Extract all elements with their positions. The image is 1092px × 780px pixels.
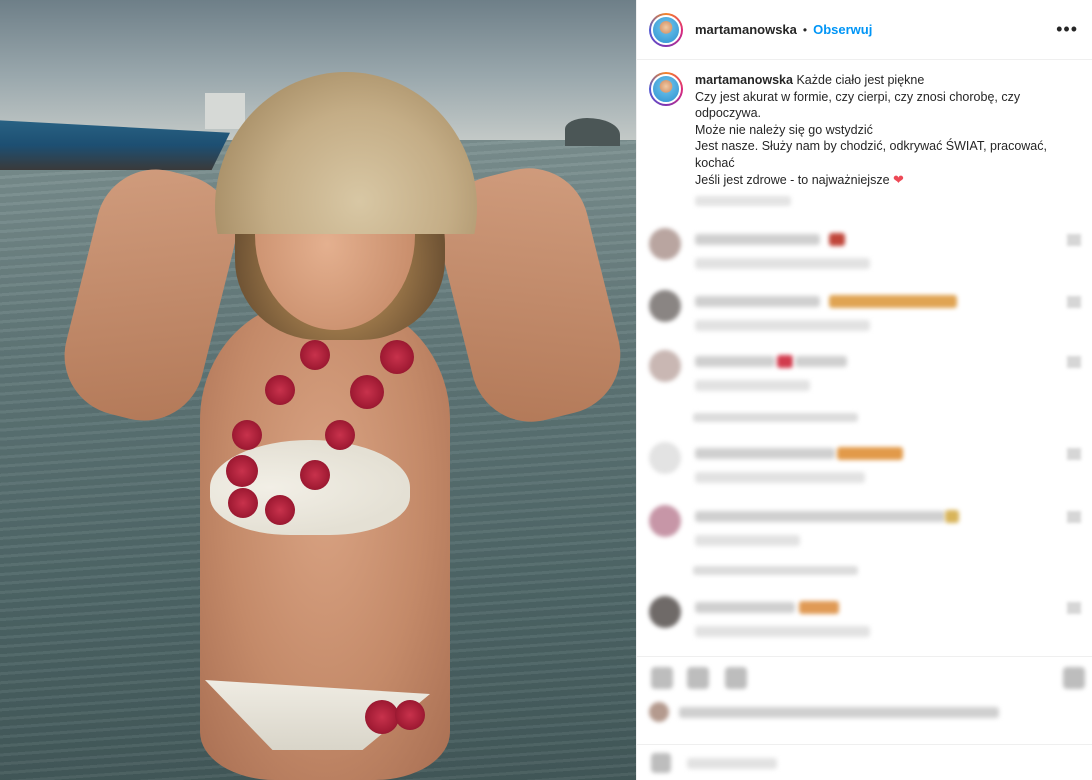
- caption-timestamp-blurred: [695, 196, 791, 207]
- author-avatar[interactable]: [649, 12, 683, 47]
- likes-summary: [649, 702, 1089, 724]
- comment-emoji-blurred: [829, 295, 957, 308]
- author-username[interactable]: martamanowska: [695, 22, 797, 37]
- photo-lei-flower: [232, 420, 262, 450]
- header-separator: •: [802, 22, 808, 37]
- comment-meta-blurred: [695, 258, 870, 269]
- like-icon[interactable]: [1067, 296, 1081, 308]
- like-icon[interactable]: [1067, 511, 1081, 523]
- comment-meta-blurred: [695, 380, 810, 391]
- photo-lei-flower: [265, 495, 295, 525]
- photo-lei-flower: [395, 700, 425, 730]
- comment-item: [649, 442, 1089, 486]
- emoji-icon[interactable]: [651, 753, 671, 773]
- commenter-avatar[interactable]: [649, 505, 681, 537]
- caption-line: Jeśli jest zdrowe - to najważniejsze: [695, 172, 890, 187]
- photo-lei-flower: [228, 488, 258, 518]
- follow-button[interactable]: Obserwuj: [813, 22, 872, 37]
- comment-meta-blurred: [695, 535, 800, 546]
- like-icon[interactable]: [1067, 448, 1081, 460]
- commenter-avatar[interactable]: [649, 228, 681, 260]
- likes-text-blurred[interactable]: [679, 707, 999, 718]
- commenter-avatar[interactable]: [649, 290, 681, 322]
- commenter-avatar[interactable]: [649, 350, 681, 382]
- post-photo[interactable]: [0, 0, 636, 780]
- liker-avatar[interactable]: [649, 702, 669, 722]
- photo-lei-flower: [380, 340, 414, 374]
- comment-item: [649, 596, 1089, 640]
- comment-meta-blurred: [695, 320, 870, 331]
- comment-icon[interactable]: [687, 667, 709, 689]
- more-options-icon[interactable]: •••: [1056, 19, 1078, 40]
- comment-text-blurred: [795, 356, 847, 367]
- add-comment-bar: [637, 744, 1092, 780]
- comment-text-blurred: [695, 234, 820, 245]
- heart-emoji-icon: ❤: [893, 171, 904, 187]
- photo-lei-flower: [226, 455, 258, 487]
- post-side-panel: martamanowska • Obserwuj ••• martamanows…: [636, 0, 1092, 780]
- comment-emoji-blurred: [837, 447, 903, 460]
- post-actions-bar: [637, 656, 1092, 696]
- commenter-avatar[interactable]: [649, 442, 681, 474]
- like-icon[interactable]: [1067, 356, 1081, 368]
- photo-lei-flower: [300, 460, 330, 490]
- photo-lei-flower: [265, 375, 295, 405]
- view-replies-blurred[interactable]: [693, 413, 858, 422]
- commenter-avatar[interactable]: [649, 596, 681, 628]
- caption-text: martamanowska Każde ciało jest piękne Cz…: [695, 72, 1055, 188]
- like-icon[interactable]: [1067, 234, 1081, 246]
- comment-item: [649, 505, 1089, 549]
- comment-emoji-blurred: [945, 510, 959, 523]
- comment-emoji-blurred: [829, 233, 845, 246]
- comment-item: [649, 290, 1089, 334]
- photo-boat-cabin: [205, 93, 245, 129]
- photo-lei-flower: [300, 340, 330, 370]
- caption-line: Jest nasze. Służy nam by chodzić, odkryw…: [695, 139, 1047, 170]
- post-header: martamanowska • Obserwuj •••: [637, 0, 1092, 60]
- comment-text-blurred: [695, 602, 795, 613]
- comment-meta-blurred: [695, 472, 865, 483]
- comment-input-blurred[interactable]: [687, 758, 777, 769]
- post-caption: martamanowska Każde ciało jest piękne Cz…: [637, 60, 1092, 188]
- caption-line: Może nie należy się go wstydzić: [695, 122, 873, 137]
- caption-author-avatar[interactable]: [649, 72, 683, 106]
- caption-line: Każde ciało jest piękne: [796, 73, 925, 87]
- comment-text-blurred: [695, 448, 835, 459]
- comment-text-blurred: [695, 296, 820, 307]
- comment-emoji-blurred: [799, 601, 839, 614]
- caption-username[interactable]: martamanowska: [695, 73, 793, 87]
- save-icon[interactable]: [1063, 667, 1085, 689]
- photo-lei-flower: [325, 420, 355, 450]
- like-icon[interactable]: [1067, 602, 1081, 614]
- comment-text-blurred: [695, 511, 945, 522]
- comment-item: [649, 350, 1089, 394]
- comment-text-blurred: [695, 356, 775, 367]
- comment-meta-blurred: [695, 626, 870, 637]
- like-icon[interactable]: [651, 667, 673, 689]
- caption-line: Czy jest akurat w formie, czy cierpi, cz…: [695, 89, 1021, 121]
- photo-lei-flower: [365, 700, 399, 734]
- comment-emoji-blurred: [777, 355, 793, 368]
- photo-lei-flower: [350, 375, 384, 409]
- share-icon[interactable]: [725, 667, 747, 689]
- view-replies-blurred[interactable]: [693, 566, 858, 575]
- comment-item: [649, 228, 1089, 272]
